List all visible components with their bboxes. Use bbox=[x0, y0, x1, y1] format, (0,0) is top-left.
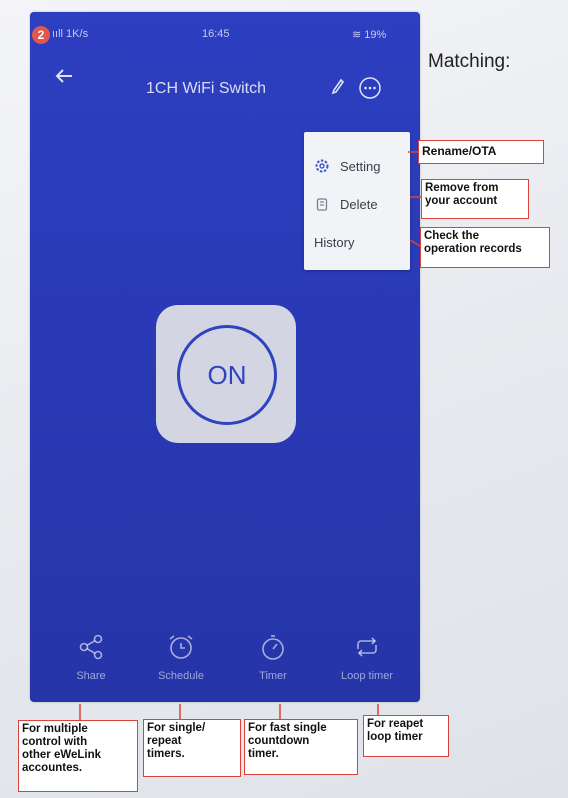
share-icon bbox=[79, 634, 103, 660]
menu-item-label: History bbox=[314, 234, 355, 250]
tab-schedule[interactable]: Schedule bbox=[136, 632, 226, 682]
annotation-loop: For reapet loop timer bbox=[363, 715, 449, 757]
trash-icon bbox=[316, 198, 328, 211]
annotation-text: Remove from bbox=[425, 182, 499, 194]
annotation-text: For single/ bbox=[147, 722, 206, 734]
annotation-rename: Rename/OTA bbox=[418, 140, 544, 164]
tab-label: Share bbox=[76, 670, 106, 682]
annotation-delete: Remove from your account bbox=[421, 179, 529, 219]
tab-label: Loop timer bbox=[341, 670, 393, 682]
annotation-text: Check the bbox=[424, 230, 479, 242]
menu-item-label: Delete bbox=[340, 196, 378, 212]
stopwatch-icon bbox=[262, 635, 284, 660]
power-tile: ON bbox=[156, 305, 296, 443]
annotation-history: Check the operation records bbox=[420, 227, 550, 268]
tab-share[interactable]: Share bbox=[46, 632, 136, 682]
page-title: 1CH WiFi Switch bbox=[146, 80, 267, 97]
annotation-text: your account bbox=[425, 195, 498, 207]
loop-icon bbox=[357, 637, 377, 657]
annotation-timer: For fast single countdown timer. bbox=[244, 719, 358, 775]
annotation-schedule: For single/ repeat timers. bbox=[143, 719, 241, 777]
status-signal: ııll 1K/s bbox=[52, 28, 89, 40]
power-button[interactable]: ON bbox=[177, 325, 277, 425]
matching-heading: Matching: bbox=[428, 51, 511, 72]
step-number-badge: 2 bbox=[32, 26, 50, 44]
gear-icon bbox=[315, 159, 329, 173]
annotation-text: For multiple bbox=[22, 723, 88, 735]
annotation-text: repeat bbox=[147, 735, 182, 747]
status-battery: ≋ 19% bbox=[352, 29, 387, 41]
back-arrow-icon[interactable] bbox=[52, 64, 76, 88]
annotation-text: other eWeLink bbox=[22, 749, 102, 761]
annotation-text: accountes. bbox=[22, 762, 83, 774]
menu-item-delete[interactable]: Delete bbox=[304, 184, 410, 224]
more-options-icon[interactable] bbox=[358, 76, 382, 100]
alarm-clock-icon bbox=[169, 635, 193, 659]
annotation-text: loop timer bbox=[367, 731, 423, 743]
annotation-text: control with bbox=[22, 736, 88, 748]
tab-label: Schedule bbox=[158, 670, 204, 682]
tab-label: Timer bbox=[259, 670, 287, 682]
tab-loop-timer[interactable]: Loop timer bbox=[322, 632, 412, 682]
annotation-text: For reapet bbox=[367, 718, 424, 730]
annotation-text: timers. bbox=[147, 748, 185, 760]
status-time: 16:45 bbox=[202, 28, 230, 40]
tab-timer[interactable]: Timer bbox=[228, 632, 318, 682]
phone-screen: ııll 1K/s 16:45 ≋ 19% 1CH WiFi Switch Se… bbox=[30, 12, 420, 702]
annotation-share: For multiple control with other eWeLink … bbox=[18, 720, 138, 792]
menu-item-history[interactable]: History bbox=[304, 222, 410, 262]
menu-item-setting[interactable]: Setting bbox=[304, 146, 410, 186]
annotation-text: For fast single bbox=[248, 722, 327, 734]
options-menu: Setting Delete History bbox=[304, 132, 410, 270]
annotation-text: timer. bbox=[248, 748, 279, 760]
annotation-text: operation records bbox=[424, 243, 522, 255]
annotation-text: Rename/OTA bbox=[422, 144, 497, 158]
menu-item-label: Setting bbox=[340, 158, 381, 174]
edit-pencil-icon[interactable] bbox=[330, 78, 346, 96]
annotation-text: countdown bbox=[248, 735, 310, 747]
